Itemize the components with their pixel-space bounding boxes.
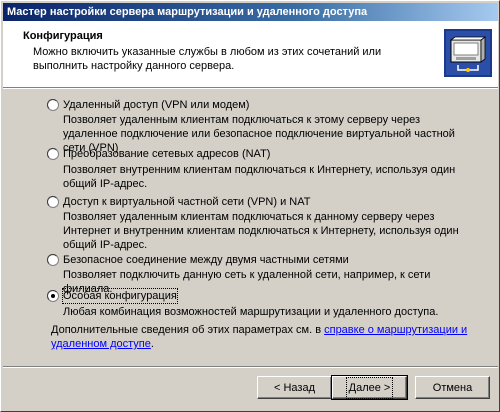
more-info-prefix: Дополнительные сведения об этих параметр… <box>51 324 325 336</box>
option-label: Особая конфигурация <box>62 288 178 304</box>
radio-vpn-and-nat[interactable] <box>47 196 59 208</box>
back-button-label: < Назад <box>274 381 315 394</box>
next-button[interactable]: Далее > <box>331 375 408 400</box>
radio-remote-access[interactable] <box>47 99 59 111</box>
footer-divider <box>3 366 498 368</box>
option-description: Позволяет удаленным клиентам подключатьс… <box>63 211 459 251</box>
page-description: Можно включить указанные службы в любом … <box>33 46 382 72</box>
network-server-icon <box>444 29 492 77</box>
page-title: Конфигурация <box>23 30 103 42</box>
option-label: Удаленный доступ (VPN или модем) <box>63 99 250 111</box>
radio-nat[interactable] <box>47 148 59 160</box>
back-button[interactable]: < Назад <box>257 376 332 399</box>
option-label: Преобразование сетевых адресов (NAT) <box>63 148 271 160</box>
option-description: Позволяет внутренним клиентам подключать… <box>63 164 456 190</box>
wizard-window: Мастер настройки сервера маршрутизации и… <box>0 0 500 412</box>
cancel-button[interactable]: Отмена <box>415 376 490 399</box>
radio-custom-configuration[interactable] <box>47 290 59 302</box>
wizard-header: Конфигурация Можно включить указанные сл… <box>3 21 498 87</box>
next-button-label: Далее > <box>345 376 394 399</box>
more-info-text: Дополнительные сведения об этих параметр… <box>51 323 471 351</box>
window-title[interactable]: Мастер настройки сервера маршрутизации и… <box>3 3 498 21</box>
option-description: Любая комбинация возможностей маршрутиза… <box>63 306 439 318</box>
radio-secure-connection[interactable] <box>47 254 59 266</box>
option-label: Доступ к виртуальной частной сети (VPN) … <box>63 196 311 208</box>
cancel-button-label: Отмена <box>432 381 473 394</box>
more-info-suffix: . <box>150 338 154 350</box>
header-divider <box>3 87 498 89</box>
option-label: Безопасное соединение между двумя частны… <box>63 254 349 266</box>
